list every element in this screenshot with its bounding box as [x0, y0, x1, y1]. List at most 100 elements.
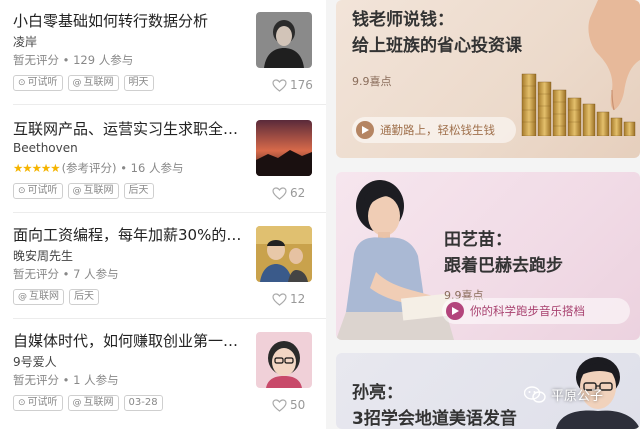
course-title: 互联网产品、运营实习生求职全… — [13, 120, 239, 138]
promo-card-investing[interactable]: 钱老师说钱： 给上班族的省心投资课 9.9喜点 通勤路上，轻松钱生钱 — [336, 0, 640, 158]
play-circle-icon: ⊙ — [18, 186, 26, 196]
promo-title-line1: 田艺苗： — [444, 230, 512, 250]
course-tag-label: 互联网 — [83, 77, 114, 88]
course-item[interactable]: 互联网产品、运营实习生求职全… Beethoven ★★★★★ (参考评分) • … — [0, 108, 326, 214]
course-tag: @ 互联网 — [67, 75, 119, 91]
play-icon — [356, 121, 374, 139]
course-item[interactable]: 小白零基础如何转行数据分析 凌岸 暂无评分 • 129 人参与 ⊙ 可试听 @ 互联网… — [0, 0, 326, 106]
meta-separator: • — [59, 53, 74, 67]
promo-title-line2: 跟着巴赫去跑步 — [444, 256, 563, 276]
like-count: 176 — [290, 78, 313, 92]
promo-button-label: 你的科学跑步音乐搭档 — [470, 304, 585, 318]
rating-stars: ★★★★★ — [13, 161, 61, 175]
rating-text: (参考评分) — [61, 161, 117, 175]
heart-icon — [272, 78, 287, 92]
course-tags: ⊙ 可试听 @ 互联网 后天 — [13, 183, 154, 199]
promo-panel: 钱老师说钱： 给上班族的省心投资课 9.9喜点 通勤路上，轻松钱生钱 田艺苗： … — [326, 0, 640, 429]
course-item[interactable]: 自媒体时代，如何赚取创业第一… 9号爱人 暂无评分 • 1 人参与 ⊙ 可试听 @ 互… — [0, 320, 326, 426]
course-meta: ★★★★★ (参考评分) • 16 人参与 — [13, 160, 183, 176]
at-icon: @ — [72, 78, 82, 88]
meta-separator: • — [59, 373, 74, 387]
rating-text: 暂无评分 — [13, 53, 59, 67]
play-icon — [446, 302, 464, 320]
promo-title-line1: 孙亮： — [352, 383, 403, 403]
course-meta: 暂无评分 • 129 人参与 — [13, 52, 133, 68]
course-title: 小白零基础如何转行数据分析 — [13, 12, 209, 30]
promo-title-line1: 钱老师说钱： — [352, 10, 454, 30]
course-tag-label: 可试听 — [27, 77, 58, 88]
like-button[interactable]: 62 — [272, 186, 305, 200]
course-tag: @ 互联网 — [67, 183, 119, 199]
watermark-text: 平原公子 — [551, 389, 604, 404]
promo-play-button[interactable]: 通勤路上，轻松钱生钱 — [352, 117, 516, 143]
course-tag: 后天 — [123, 183, 154, 199]
course-author: 晚安周先生 — [13, 249, 74, 263]
meta-separator: • — [116, 161, 131, 175]
list-divider — [13, 104, 326, 105]
course-meta: 暂无评分 • 7 人参与 — [13, 266, 119, 282]
play-circle-icon: ⊙ — [18, 398, 26, 408]
at-icon: @ — [72, 398, 82, 408]
course-author: Beethoven — [13, 141, 78, 155]
like-count: 50 — [290, 398, 306, 412]
course-tag: 明天 — [123, 75, 154, 91]
course-tag-label: 明天 — [128, 77, 149, 88]
participant-count: 16 人参与 — [130, 161, 184, 175]
course-tag: 03-28 — [123, 395, 163, 411]
course-tag-label: 后天 — [128, 185, 149, 196]
course-tags: @ 互联网 后天 — [13, 289, 99, 305]
course-tag: @ 互联网 — [13, 289, 64, 305]
course-tag-label: 互联网 — [83, 185, 114, 196]
course-author: 凌岸 — [13, 35, 38, 49]
list-divider — [13, 318, 326, 319]
course-title: 自媒体时代，如何赚取创业第一… — [13, 332, 239, 350]
course-thumbnail — [256, 332, 312, 388]
at-icon: @ — [18, 292, 27, 302]
course-tag-label: 可试听 — [27, 185, 58, 196]
at-icon: @ — [72, 186, 82, 196]
like-count: 12 — [290, 292, 306, 306]
like-count: 62 — [290, 186, 306, 200]
heart-icon — [272, 292, 287, 306]
course-tag-label: 可试听 — [27, 397, 58, 408]
rating-text: 暂无评分 — [13, 267, 59, 281]
meta-separator: • — [59, 267, 74, 281]
course-tag-label: 03-28 — [128, 397, 158, 408]
wechat-icon — [524, 385, 546, 403]
course-thumbnail — [256, 120, 312, 176]
course-list: 小白零基础如何转行数据分析 凌岸 暂无评分 • 129 人参与 ⊙ 可试听 @ 互联网… — [0, 0, 326, 429]
heart-icon — [272, 186, 287, 200]
play-circle-icon: ⊙ — [18, 78, 26, 88]
like-button[interactable]: 50 — [272, 398, 305, 412]
course-thumbnail — [256, 12, 312, 68]
course-tag-label: 互联网 — [83, 397, 114, 408]
course-tags: ⊙ 可试听 @ 互联网 明天 — [13, 75, 154, 91]
course-title: 面向工资编程，每年加薪30%的… — [13, 226, 242, 244]
course-tag: ⊙ 可试听 — [13, 75, 63, 91]
rating-text: 暂无评分 — [13, 373, 59, 387]
participant-count: 1 人参与 — [73, 373, 119, 387]
course-tag: @ 互联网 — [67, 395, 119, 411]
hand-illustration — [588, 0, 640, 111]
course-tags: ⊙ 可试听 @ 互联网 03-28 — [13, 395, 163, 411]
heart-icon — [272, 398, 287, 412]
course-meta: 暂无评分 • 1 人参与 — [13, 372, 119, 388]
promo-play-button[interactable]: 你的科学跑步音乐搭档 — [442, 298, 630, 324]
like-button[interactable]: 176 — [272, 78, 313, 92]
course-tag-label: 后天 — [74, 291, 94, 302]
watermark: 平原公子 — [524, 385, 603, 404]
like-button[interactable]: 12 — [272, 292, 305, 306]
participant-count: 7 人参与 — [73, 267, 119, 281]
course-thumbnail — [256, 226, 312, 282]
course-item[interactable]: 面向工资编程，每年加薪30%的… 晚安周先生 暂无评分 • 7 人参与 @ 互联网… — [0, 214, 326, 320]
promo-card-running[interactable]: 田艺苗： 跟着巴赫去跑步 9.9喜点 你的科学跑步音乐搭档 — [336, 172, 640, 340]
course-tag: 后天 — [69, 289, 99, 305]
participant-count: 129 人参与 — [73, 53, 134, 67]
promo-title-line2: 3招学会地道美语发音 — [352, 409, 517, 429]
promo-price: 9.9喜点 — [352, 75, 392, 88]
course-tag-label: 互联网 — [29, 291, 59, 302]
course-tag: ⊙ 可试听 — [13, 395, 63, 411]
course-author: 9号爱人 — [13, 355, 57, 369]
promo-button-label: 通勤路上，轻松钱生钱 — [380, 123, 495, 137]
course-tag: ⊙ 可试听 — [13, 183, 63, 199]
